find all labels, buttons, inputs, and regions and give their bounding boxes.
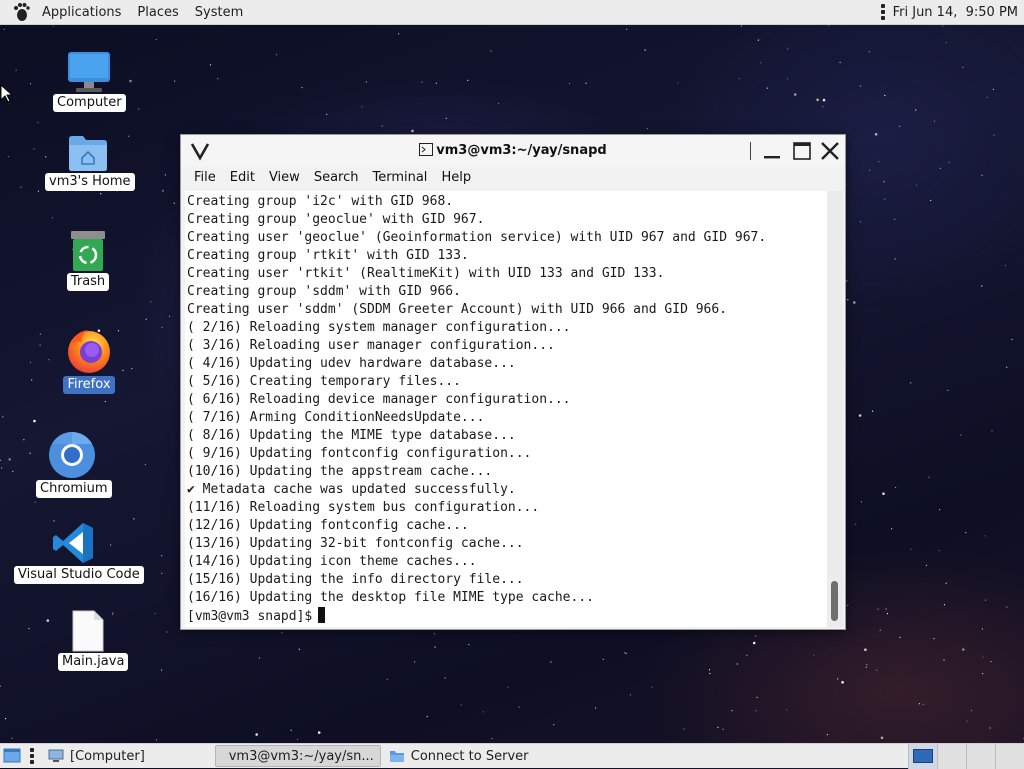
terminal-line: Creating group 'sddm' with GID 966. [187, 283, 827, 301]
firefox-icon [64, 326, 114, 376]
desktop-icon-label: Visual Studio Code [14, 566, 144, 584]
gnome-foot-icon[interactable] [10, 1, 32, 23]
terminal-line: ( 8/16) Updating the MIME type database.… [187, 427, 827, 445]
desktop-icon-home[interactable]: vm3's Home [45, 131, 131, 191]
top-panel: Applications Places System Fri Jun 14, 9… [0, 0, 1024, 25]
terminal-icon [419, 143, 433, 156]
menu-search[interactable]: Search [307, 167, 366, 189]
close-button[interactable] [819, 140, 841, 162]
workspace-2[interactable] [937, 744, 966, 769]
terminal-line: ( 4/16) Updating udev hardware database.… [187, 355, 827, 373]
minimize-button[interactable] [761, 140, 783, 162]
desktop-icon-label: Firefox [63, 376, 114, 394]
computer-icon [48, 749, 64, 763]
applications-menu[interactable]: Applications [34, 0, 129, 25]
terminal-line: (15/16) Updating the info directory file… [187, 571, 827, 589]
text-cursor [318, 607, 325, 623]
terminal-line: Creating group 'i2c' with GID 968. [187, 193, 827, 211]
desktop-icon-label: Chromium [36, 480, 112, 498]
places-menu[interactable]: Places [129, 0, 186, 25]
workspace-1[interactable] [908, 744, 937, 769]
terminal-line: Creating user 'geoclue' (Geoinformation … [187, 229, 827, 247]
terminal-line: Creating group 'rtkit' with GID 133. [187, 247, 827, 265]
home-folder-icon [67, 131, 109, 173]
title-separator [750, 142, 751, 160]
terminal-line: (11/16) Reloading system bus configurati… [187, 499, 827, 517]
window-title: vm3@vm3:~/yay/snapd [436, 143, 606, 158]
desktop-icon-label: vm3's Home [45, 173, 135, 191]
terminal-line: Creating user 'rtkit' (RealtimeKit) with… [187, 265, 827, 283]
trash-icon [68, 229, 108, 273]
terminal-icon [222, 749, 223, 763]
terminal-line: Creating user 'sddm' (SDDM Greeter Accou… [187, 301, 827, 319]
task-label: vm3@vm3:~/yay/sn... [229, 749, 374, 764]
desktop-icon-computer[interactable]: Computer [53, 50, 125, 112]
mouse-pointer-icon [0, 84, 12, 104]
taskbar-item-computer[interactable]: [Computer] [42, 745, 151, 767]
desktop-icon-chromium[interactable]: Chromium [36, 430, 108, 498]
bottom-panel: [Computer] vm3@vm3:~/yay/sn... Connect t… [0, 743, 1024, 768]
terminal-line: (16/16) Updating the desktop file MIME t… [187, 589, 827, 607]
scrollbar-thumb[interactable] [831, 581, 838, 621]
terminal-line: ( 9/16) Updating fontconfig configuratio… [187, 445, 827, 463]
terminal-line: ( 7/16) Arming ConditionNeedsUpdate... [187, 409, 827, 427]
terminal-line: (13/16) Updating 32-bit fontconfig cache… [187, 535, 827, 553]
terminal-scrollbar[interactable] [827, 191, 843, 627]
desktop-icon-label: Trash [67, 273, 109, 291]
desktop-icon-label: Main.java [58, 653, 128, 671]
clock[interactable]: Fri Jun 14, 9:50 PM [893, 5, 1018, 20]
taskbar-item-connect-to-server[interactable]: Connect to Server [383, 745, 535, 767]
shell-prompt: [vm3@vm3 snapd]$ [187, 609, 312, 624]
desktop-icon-label: Computer [53, 94, 126, 112]
terminal-line: (12/16) Updating fontconfig cache... [187, 517, 827, 535]
desktop-icon-firefox[interactable]: Firefox [58, 326, 120, 394]
vscode-icon [51, 520, 97, 566]
terminal-line: (14/16) Updating icon theme caches... [187, 553, 827, 571]
terminal-line: Creating group 'geoclue' with GID 967. [187, 211, 827, 229]
maximize-button[interactable] [791, 140, 813, 162]
terminal-line: ( 2/16) Reloading system manager configu… [187, 319, 827, 337]
terminal-line: (10/16) Updating the appstream cache... [187, 463, 827, 481]
terminal-window[interactable]: vm3@vm3:~/yay/snapd File Edit View Searc… [180, 134, 846, 630]
workspace-switcher [908, 744, 1024, 769]
terminal-line: ✔ Metadata cache was updated successfull… [187, 481, 827, 499]
prompt-line[interactable]: [vm3@vm3 snapd]$ [187, 607, 827, 625]
menu-terminal[interactable]: Terminal [365, 167, 434, 189]
chromium-icon [47, 430, 97, 480]
window-title-wrap: vm3@vm3:~/yay/snapd [181, 143, 845, 158]
title-bar[interactable]: vm3@vm3:~/yay/snapd [181, 135, 845, 167]
desktop-icon-main-java[interactable]: Main.java [58, 609, 118, 671]
menu-help[interactable]: Help [434, 167, 478, 189]
computer-icon [66, 50, 112, 94]
terminal-line: ( 5/16) Creating temporary files... [187, 373, 827, 391]
terminal-line: ( 3/16) Reloading user manager configura… [187, 337, 827, 355]
desktop-icon-trash[interactable]: Trash [58, 229, 118, 291]
menu-file[interactable]: File [187, 167, 223, 189]
terminal-menubar: File Edit View Search Terminal Help [181, 167, 845, 189]
file-icon [70, 609, 106, 653]
show-desktop-icon[interactable] [2, 746, 22, 766]
menu-edit[interactable]: Edit [223, 167, 262, 189]
folder-icon [389, 749, 405, 763]
workspace-4[interactable] [995, 744, 1024, 769]
system-menu[interactable]: System [187, 0, 251, 25]
panel-handle-icon[interactable] [881, 4, 885, 20]
terminal-output[interactable]: Creating group 'i2c' with GID 968. Creat… [185, 191, 827, 627]
terminal-line: ( 6/16) Reloading device manager configu… [187, 391, 827, 409]
menu-view[interactable]: View [262, 167, 307, 189]
desktop-icon-vscode[interactable]: Visual Studio Code [14, 520, 134, 584]
workspace-3[interactable] [966, 744, 995, 769]
task-label: [Computer] [70, 749, 145, 764]
taskbar-item-terminal[interactable]: vm3@vm3:~/yay/sn... [215, 745, 381, 767]
panel-handle-icon[interactable] [30, 748, 34, 764]
task-label: Connect to Server [411, 749, 529, 764]
